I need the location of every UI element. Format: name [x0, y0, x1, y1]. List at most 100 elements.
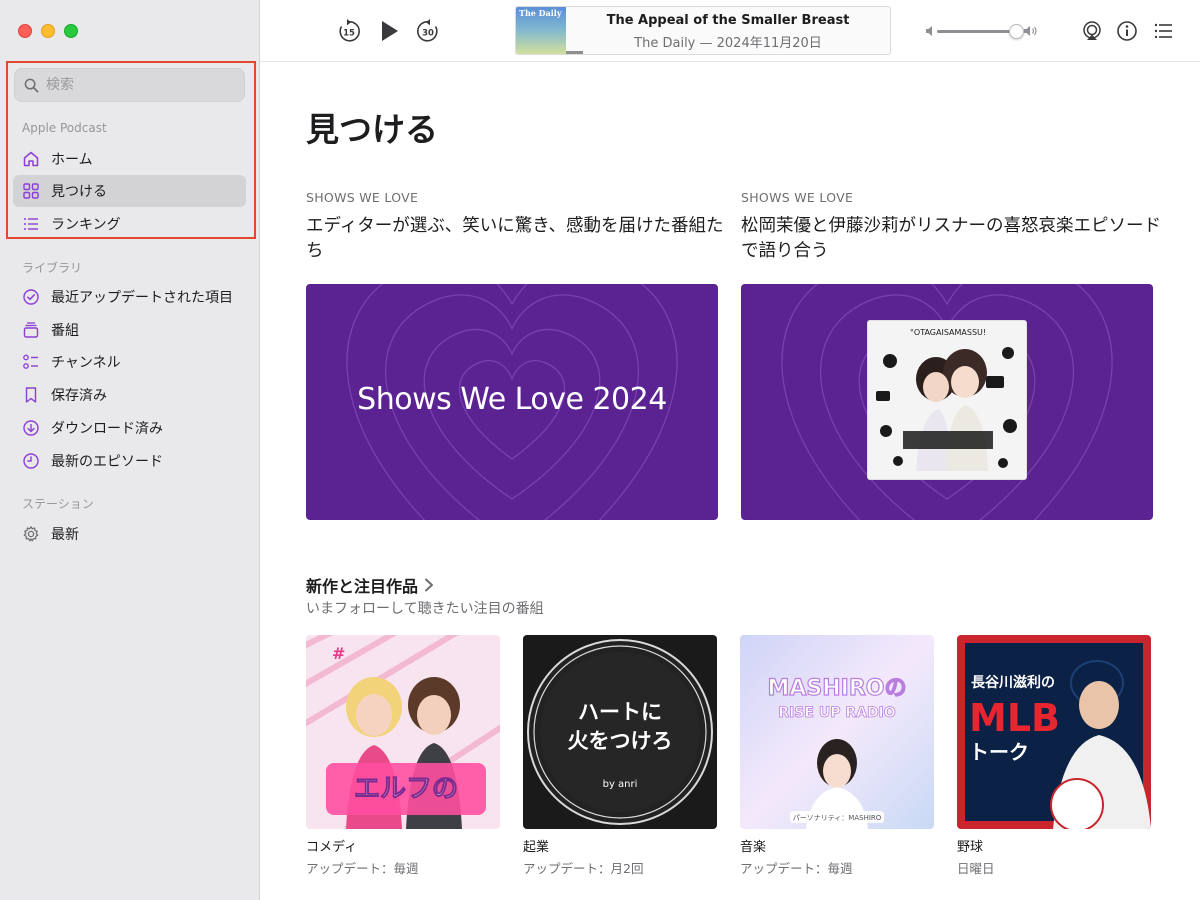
volume-slider-track[interactable] [937, 30, 1017, 33]
sidebar-item-discover[interactable]: 見つける [13, 175, 246, 207]
info-icon [1117, 21, 1137, 41]
info-button[interactable] [1113, 17, 1141, 45]
podcast-card-music[interactable]: MASHIROの RISE UP RADIO パーソナリティ：MASHIRO 音… [740, 635, 934, 877]
section-title-apple-podcast: Apple Podcast [22, 121, 107, 135]
grid-icon [23, 183, 39, 199]
card-update-frequency: 日曜日 [957, 861, 995, 876]
sidebar-item-ranking[interactable]: ランキング [13, 208, 246, 240]
sidebar-item-label: 最新のエピソード [51, 454, 163, 470]
svg-text:°OTAGAISAMASSU!: °OTAGAISAMASSU! [910, 328, 986, 337]
search-icon [24, 78, 39, 92]
podcast-card-business[interactable]: ハートに 火をつけろ by anri 起業 アップデート：月2回 [523, 635, 717, 877]
sidebar-item-latest-episodes[interactable]: 最新のエピソード [13, 445, 246, 477]
podcast-artwork: エルフの # [306, 635, 500, 829]
list-icon [1154, 23, 1172, 39]
section-title-stations: ステーション [22, 497, 94, 511]
now-playing-subtitle: The Daily — 2024年11月20日 [634, 36, 822, 51]
skip-back-button[interactable]: 15 [335, 17, 363, 45]
podcast-cover-art: °OTAGAISAMASSU! [867, 320, 1027, 480]
feature-eyebrow: SHOWS WE LOVE [306, 190, 419, 205]
feature-eyebrow: SHOWS WE LOVE [741, 190, 854, 205]
sidebar-item-label: ランキング [51, 217, 121, 233]
svg-text:エルフの: エルフの [354, 774, 458, 804]
sidebar-item-label: 最近アップデートされた項目 [51, 290, 233, 306]
now-playing-title: The Appeal of the Smaller ⁠Breast [606, 13, 850, 28]
svg-text:15: 15 [343, 29, 355, 39]
sidebar-item-station-latest[interactable]: 最新 [13, 518, 246, 550]
zoom-window-button[interactable] [64, 24, 78, 38]
search-input[interactable] [46, 77, 226, 93]
svg-text:火をつけろ: 火をつけろ [568, 729, 673, 753]
podcast-artwork: MASHIROの RISE UP RADIO パーソナリティ：MASHIRO [740, 635, 934, 829]
shows-we-love-banner[interactable]: Shows We Love 2024 [306, 284, 718, 520]
sidebar-item-label: 見つける [51, 184, 107, 200]
svg-text:長谷川滋利の: 長谷川滋利の [971, 674, 1055, 691]
stack-icon [23, 322, 39, 338]
sidebar-item-channels[interactable]: チャンネル [13, 346, 246, 378]
up-next-button[interactable] [1150, 17, 1178, 45]
artwork-label: The Daily [519, 8, 562, 18]
sidebar-item-shows[interactable]: 番組 [13, 314, 246, 346]
sidebar-item-home[interactable]: ホーム [13, 143, 246, 175]
sidebar-item-saved[interactable]: 保存済み [13, 379, 246, 411]
minimize-window-button[interactable] [41, 24, 55, 38]
podcast-artwork: 長谷川滋利の MLB トーク [957, 635, 1151, 829]
skip-forward-30-icon: 30 [417, 19, 438, 42]
play-icon [382, 21, 398, 41]
svg-text:RISE UP RADIO: RISE UP RADIO [778, 705, 895, 721]
chevron-right-icon [425, 578, 434, 592]
otagai-podcast-banner[interactable]: °OTAGAISAMASSU! [741, 284, 1153, 520]
airplay-audio-icon [1083, 21, 1101, 40]
svg-text:30: 30 [422, 29, 434, 39]
now-playing-artwork: The Daily [516, 7, 566, 54]
comedy-podcast-artwork: エルフの # [306, 635, 500, 829]
podcast-card-comedy[interactable]: エルフの # コメディ アップデート：毎週 [306, 635, 500, 877]
volume-control [925, 22, 1039, 40]
close-window-button[interactable] [18, 24, 32, 38]
svg-text:ハートに: ハートに [578, 700, 662, 724]
svg-text:MASHIROの: MASHIROの [767, 676, 906, 701]
bookmark-icon [25, 387, 37, 403]
window-controls [18, 24, 78, 38]
baseball-podcast-artwork: 長谷川滋利の MLB トーク [957, 635, 1151, 829]
business-podcast-artwork: ハートに 火をつけろ by anri [523, 635, 717, 829]
podcast-cover-illustration: °OTAGAISAMASSU! [868, 321, 1026, 479]
card-update-frequency: アップデート：毎週 [306, 861, 419, 876]
sidebar-item-downloaded[interactable]: ダウンロード済み [13, 412, 246, 444]
feature-title[interactable]: 松岡茉優と伊藤沙莉がリスナーの喜怒哀楽エピソードで語り合う [741, 214, 1161, 264]
svg-text:by anri: by anri [603, 779, 638, 790]
section-header-new-notable[interactable]: 新作と注目作品 [306, 573, 434, 597]
search-field[interactable] [14, 68, 245, 102]
section-subtitle: いまフォローして聴きたい注目の番組 [306, 601, 544, 617]
sidebar-item-label: ダウンロード済み [51, 421, 163, 437]
main-content: 見つける SHOWS WE LOVE エディターが選ぶ、笑いに驚き、感動を届けた… [261, 63, 1200, 900]
sidebar-item-label: 番組 [51, 323, 79, 339]
channel-icon [23, 354, 38, 369]
card-genre: コメディ [306, 840, 358, 855]
check-circle-icon [23, 289, 39, 305]
card-update-frequency: アップデート：毎週 [740, 861, 853, 876]
page-title: 見つける [306, 110, 438, 149]
sidebar: Apple Podcast ホーム 見つける ランキング ライブラリ 最近アップ… [0, 0, 260, 900]
sidebar-item-recently-updated[interactable]: 最近アップデートされた項目 [13, 281, 246, 313]
list-icon [24, 218, 38, 230]
skip-forward-button[interactable]: 30 [414, 17, 442, 45]
sidebar-item-label: ホーム [51, 152, 93, 168]
volume-low-icon [926, 26, 932, 36]
feature-title[interactable]: エディターが選ぶ、笑いに驚き、感動を届けた番組たち [306, 214, 726, 264]
sidebar-item-label: 最新 [51, 527, 79, 543]
volume-high-icon [1024, 26, 1037, 36]
svg-text:MLB: MLB [969, 696, 1060, 740]
podcast-card-baseball[interactable]: 長谷川滋利の MLB トーク 野球 日曜日 [957, 635, 1151, 877]
play-button[interactable] [375, 17, 403, 45]
airplay-button[interactable] [1078, 17, 1106, 45]
sidebar-item-label: 保存済み [51, 388, 107, 404]
volume-slider-knob[interactable] [1009, 24, 1024, 39]
sidebar-item-label: チャンネル [51, 355, 121, 371]
playback-progress[interactable] [566, 51, 583, 54]
now-playing-panel[interactable]: The Daily The Appeal of the Smaller ⁠Bre… [515, 6, 891, 55]
section-title-library: ライブラリ [22, 261, 83, 275]
card-genre: 野球 [957, 840, 984, 855]
svg-text:#: # [332, 644, 345, 663]
section-title: 新作と注目作品 [306, 577, 419, 596]
